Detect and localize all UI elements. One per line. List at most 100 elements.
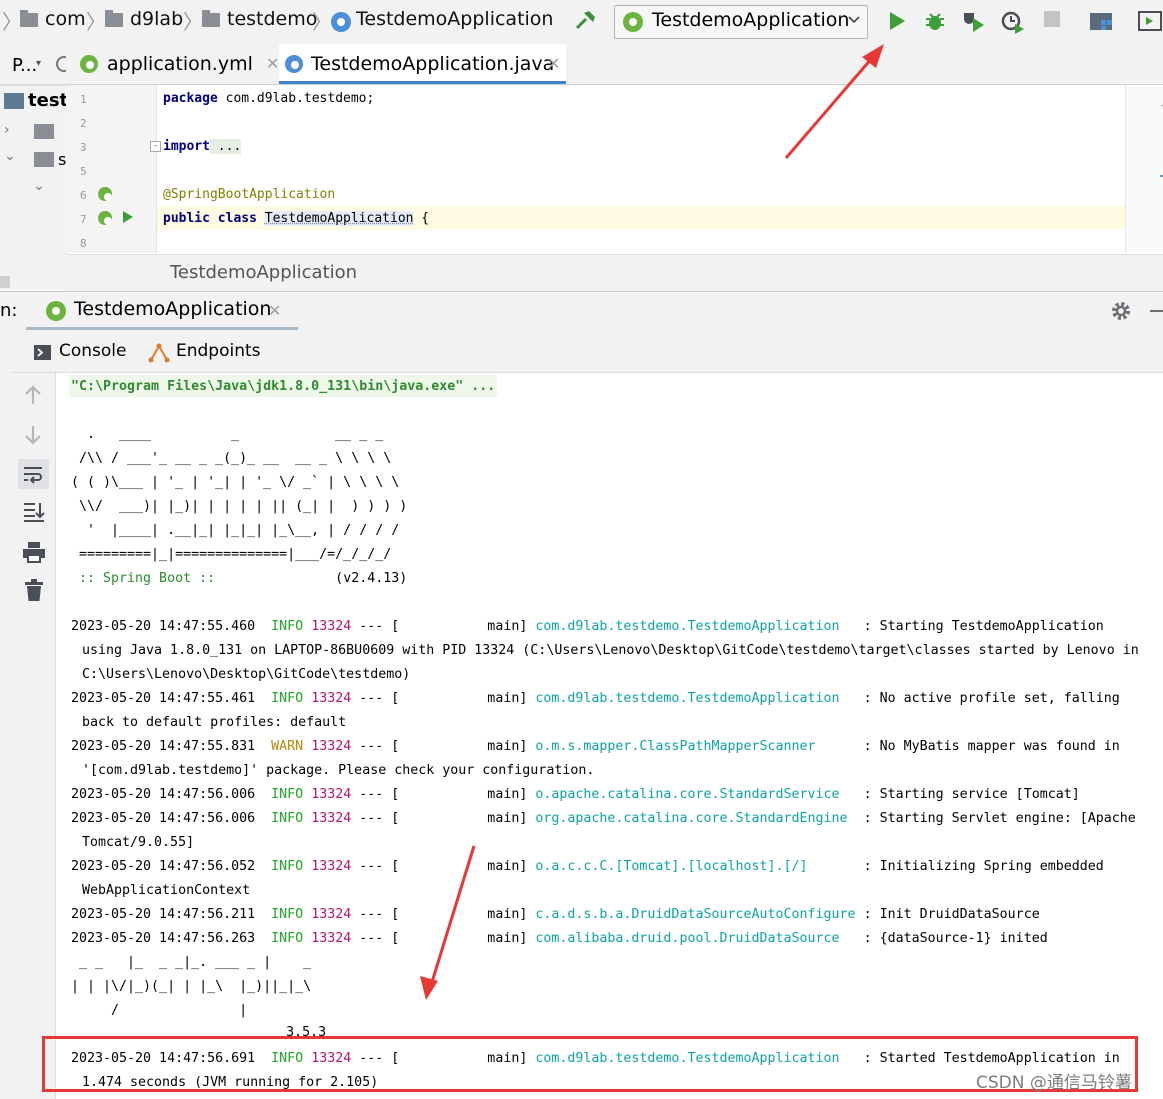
module-folder-icon	[4, 93, 24, 109]
breadcrumb-com[interactable]: com	[45, 8, 86, 30]
dropdown-icon[interactable]: ▾	[36, 58, 41, 69]
run-icon[interactable]	[886, 10, 908, 36]
print-icon[interactable]	[22, 541, 46, 567]
chevron-right-icon[interactable]: ›	[4, 122, 10, 138]
run-with-coverage-icon[interactable]	[962, 10, 986, 36]
spring-config-icon	[80, 55, 98, 73]
log-line: 2023-05-20 14:47:56.052 INFO 13324 --- […	[71, 859, 1104, 874]
tab-label: Console	[59, 341, 127, 361]
spring-banner-line: =========|_|==============|___/=/_/_/_/	[71, 547, 391, 562]
chevron-right-icon: 〉	[2, 6, 22, 35]
chevron-down-icon[interactable]: ⌄	[33, 178, 45, 194]
run-window-icon[interactable]	[1138, 10, 1162, 36]
code-editor[interactable]: package com.d9lab.testdemo; import ... @…	[157, 85, 1125, 253]
arrow-down-icon[interactable]	[24, 425, 42, 449]
spring-banner-line: ' |____| .__|_| |_|_| |_\__, | / / / /	[71, 523, 399, 538]
spring-banner-line: . ____ _ __ _ _	[71, 427, 383, 442]
close-icon[interactable]: ✕	[268, 301, 281, 320]
minimize-icon[interactable]	[1150, 310, 1163, 312]
spring-class-icon	[285, 55, 303, 73]
chevron-down-icon[interactable]: ⌄	[4, 148, 16, 164]
spring-bean-icon[interactable]	[98, 211, 112, 225]
log-continuation: C:\Users\Lenovo\Desktop\GitCode\testdemo…	[82, 667, 410, 682]
log-continuation: using Java 1.8.0_131 on LAPTOP-86BU0609 …	[82, 643, 1139, 658]
breadcrumb-d9lab[interactable]: d9lab	[130, 8, 183, 30]
gear-icon[interactable]	[1110, 300, 1132, 326]
tab-label: application.yml	[107, 44, 253, 84]
log-line: 2023-05-20 14:47:56.263 INFO 13324 --- […	[71, 931, 1048, 946]
tab-endpoints[interactable]: Endpoints	[148, 332, 268, 372]
run-tool-window-header: n: TestdemoApplication ✕	[0, 291, 1163, 333]
editor-tab-bar: application.yml ✕ TestdemoApplication.ja…	[66, 44, 1163, 85]
stop-icon[interactable]	[1043, 10, 1061, 32]
project-tab-label[interactable]: P...	[12, 55, 37, 76]
profile-icon[interactable]	[1000, 10, 1026, 38]
breadcrumb-testdemo[interactable]: testdemo	[227, 8, 317, 30]
arrow-up-icon[interactable]	[24, 385, 42, 409]
spring-boot-version-line: :: Spring Boot :: (v2.4.13)	[71, 571, 407, 586]
line-number: 3	[80, 141, 87, 154]
log-continuation: Tomcat/9.0.55]	[82, 835, 194, 850]
tab-console[interactable]: Console	[22, 332, 132, 372]
tab-application-yml[interactable]: application.yml ✕	[80, 44, 276, 84]
tab-label: TestdemoApplication.java	[311, 44, 554, 84]
spring-class-icon	[331, 12, 351, 32]
close-icon[interactable]: ✕	[547, 44, 560, 84]
folder-icon	[34, 124, 54, 139]
run-configuration-select[interactable]: TestdemoApplication	[614, 5, 868, 39]
folder-icon	[105, 13, 123, 27]
log-line: 2023-05-20 14:47:56.006 INFO 13324 --- […	[71, 811, 1136, 826]
editor-breadcrumb[interactable]: TestdemoApplication	[170, 262, 357, 283]
code-line-7: public class TestdemoApplication {	[163, 211, 429, 226]
editor-scrollbar[interactable]: ⸝	[1125, 85, 1163, 253]
mybatis-banner-line: / |	[71, 1003, 247, 1018]
mybatis-banner-line: | | |\/|_)(_| | |_\ |_)||_|_\	[71, 979, 311, 994]
spring-boot-icon	[46, 301, 66, 321]
scroll-to-end-icon[interactable]	[23, 501, 45, 527]
run-config-label: TestdemoApplication	[652, 9, 849, 31]
project-panel: P... ▾ test › ⌄ s ⌄	[0, 44, 67, 290]
log-line: 2023-05-20 14:47:55.831 WARN 13324 --- […	[71, 739, 1120, 754]
console-icon	[34, 345, 51, 364]
log-line: 2023-05-20 14:47:56.211 INFO 13324 --- […	[71, 907, 1040, 922]
debug-bug-icon[interactable]	[924, 10, 946, 36]
editor-breadcrumb-bar: TestdemoApplication	[66, 254, 1163, 291]
run-tab-label: TestdemoApplication	[74, 298, 271, 320]
run-tab-testdemoapplication[interactable]: TestdemoApplication ✕	[26, 292, 298, 330]
project-structure-icon[interactable]	[1089, 10, 1113, 36]
navigation-bar: 〉 com 〉 d9lab 〉 testdemo 〉 TestdemoAppli…	[0, 0, 1163, 45]
line-number: 1	[80, 93, 87, 106]
console-output[interactable]: "C:\Program Files\Java\jdk1.8.0_131\bin\…	[56, 373, 1163, 1099]
run-subtabs: Console Endpoints	[12, 332, 1163, 373]
watermark: CSDN @通信马铃薯	[976, 1068, 1132, 1093]
build-hammer-icon[interactable]	[574, 8, 598, 36]
soft-wrap-toggle[interactable]	[18, 459, 49, 489]
run-window-title: n:	[0, 300, 17, 321]
line-number: 8	[80, 237, 87, 250]
folder-icon	[34, 152, 54, 167]
endpoints-icon	[148, 343, 170, 367]
console-toolbar	[12, 373, 56, 1099]
spring-banner-line: ( ( )\___ | '_ | '_| | '_ \/ _` | \ \ \ …	[71, 475, 399, 490]
line-number: 6	[80, 189, 87, 202]
close-icon[interactable]: ✕	[266, 44, 279, 84]
run-gutter-icon[interactable]	[122, 209, 134, 228]
log-continuation: back to default profiles: default	[82, 715, 346, 730]
spring-boot-icon	[623, 12, 643, 32]
project-root-label[interactable]: test	[28, 90, 68, 111]
mybatis-banner-line: _ _ |_ _ _|_. ___ _ | _	[71, 955, 311, 970]
highlight-box	[42, 1036, 1138, 1092]
trash-icon[interactable]	[24, 579, 44, 605]
breadcrumb-testdemoapplication[interactable]: TestdemoApplication	[356, 8, 553, 30]
tab-label: Endpoints	[176, 341, 261, 361]
chevron-down-icon	[847, 12, 861, 31]
code-line-6: @SpringBootApplication	[163, 187, 335, 202]
folder-icon	[202, 13, 220, 27]
tab-testdemoapplication-java[interactable]: TestdemoApplication.java ✕	[279, 44, 566, 84]
line-number: 5	[80, 165, 87, 178]
editor-gutter: 1 2 3 5 6 7 8 -	[66, 85, 157, 253]
log-line: 2023-05-20 14:47:56.006 INFO 13324 --- […	[71, 787, 1080, 802]
code-line-1: package com.d9lab.testdemo;	[163, 91, 374, 106]
spring-bean-icon[interactable]	[98, 187, 112, 201]
spring-banner-line: \\/ ___)| |_)| | | | | || (_| | ) ) ) )	[71, 499, 407, 514]
